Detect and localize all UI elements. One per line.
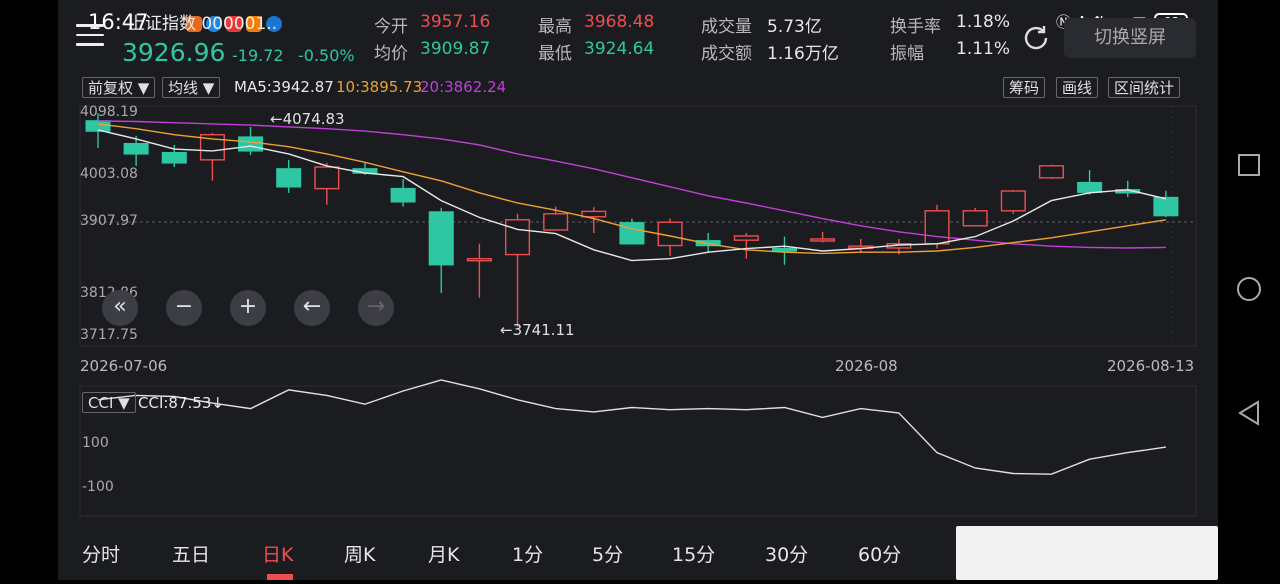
candle-body [771, 247, 798, 252]
cci-value: CCI:87.53↓ [138, 394, 224, 412]
active-tab-indicator [267, 574, 293, 580]
candle-body [161, 151, 187, 164]
x-date-label: 2026-08 [835, 357, 898, 375]
y-tick: 3717.75 [80, 327, 138, 343]
overlay-banner [956, 526, 1218, 580]
home-icon [1237, 277, 1261, 301]
collapse-button[interactable]: « [102, 290, 138, 326]
tab-1min[interactable]: 1分 [512, 540, 543, 567]
stock-app: 16:47 Ⓝ ✱ ⇅ ▂▄▆ 68 上证指数 000001.. 3926.96… [58, 0, 1218, 580]
cci-tick: -100 [82, 479, 114, 495]
candle-body [924, 210, 950, 245]
tab-5min[interactable]: 5分 [592, 540, 623, 567]
zoom-out-button[interactable]: − [166, 290, 202, 326]
candle-body [962, 210, 988, 227]
candle-body [428, 211, 454, 266]
candle-body [390, 187, 416, 203]
tab-15min[interactable]: 15分 [672, 540, 715, 567]
candle-body [238, 136, 264, 152]
candle-body [276, 168, 302, 188]
tab-intraday[interactable]: 分时 [82, 540, 120, 567]
candle-body [1077, 181, 1103, 193]
cci-tick: 100 [82, 435, 109, 451]
candle-body [1000, 190, 1026, 212]
y-tick: 3907.97 [80, 213, 138, 229]
y-tick: 4003.08 [80, 166, 138, 182]
tab-30min[interactable]: 30分 [765, 540, 808, 567]
tab-weekly-k[interactable]: 周K [344, 540, 375, 567]
x-date-label: 2026-08-13 [1107, 357, 1195, 375]
candle-body [1038, 165, 1064, 179]
candle-body [581, 210, 607, 218]
scroll-back-button[interactable]: ← [294, 290, 330, 326]
system-nav-bar [1218, 0, 1280, 580]
candle-body [314, 166, 340, 190]
cci-plot-frame [79, 385, 1197, 517]
tab-five-day[interactable]: 五日 [172, 540, 210, 567]
tab-monthly-k[interactable]: 月K [428, 540, 459, 567]
candle-body [466, 258, 492, 262]
tab-daily-k[interactable]: 日K [262, 540, 293, 567]
candle-body [733, 235, 759, 241]
zoom-in-button[interactable]: + [230, 290, 266, 326]
candlestick-chart[interactable] [58, 0, 1218, 520]
candle-body [543, 213, 569, 231]
cci-line [97, 379, 1166, 475]
recent-apps-icon [1238, 154, 1260, 176]
candle-body [504, 219, 531, 256]
scroll-forward-button[interactable]: → [358, 290, 394, 326]
candle-body [810, 238, 836, 242]
low-annotation: ←3741.11 [500, 321, 575, 339]
cci-selector[interactable]: CCI ▼ [82, 392, 136, 413]
tab-60min[interactable]: 60分 [858, 540, 901, 567]
high-annotation: ←4074.83 [270, 110, 345, 128]
back-icon [1238, 400, 1259, 426]
candle-body [123, 142, 149, 155]
candle-body [1153, 196, 1179, 217]
candle-body [85, 120, 111, 132]
x-date-label: 2026-07-06 [80, 357, 168, 375]
y-tick: 4098.19 [80, 104, 138, 120]
